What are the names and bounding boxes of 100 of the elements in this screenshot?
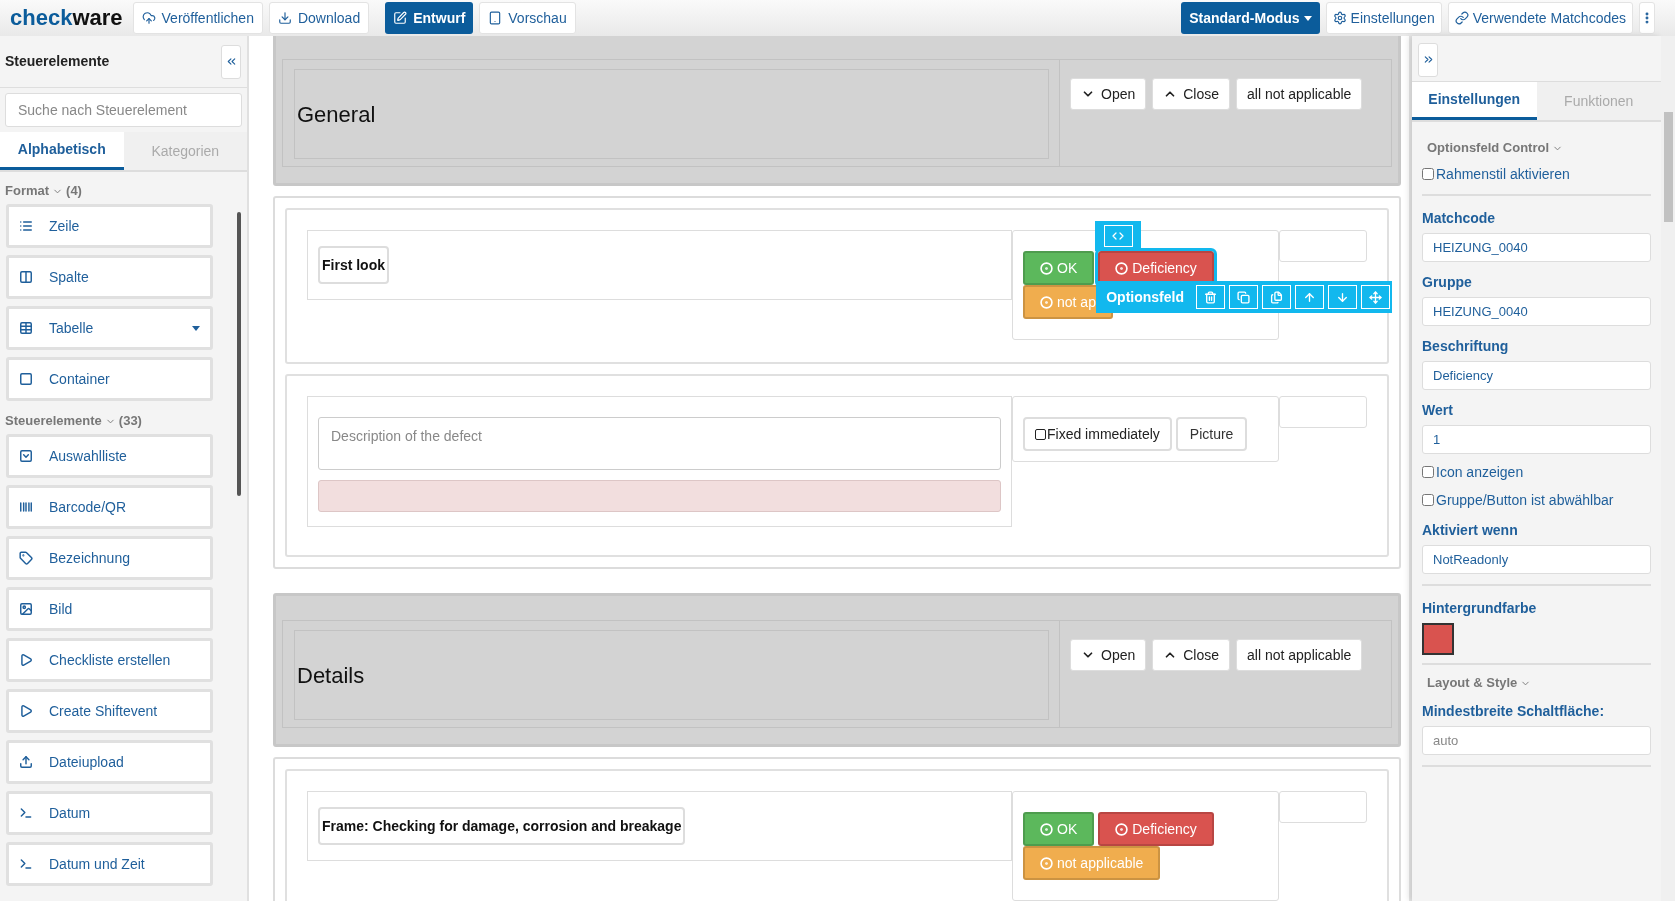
input-field[interactable]: HEIZUNG_0040 (1422, 297, 1651, 326)
scrollbar-thumb[interactable] (1664, 112, 1673, 222)
code-button[interactable] (1103, 225, 1133, 247)
collapse-button[interactable] (221, 44, 241, 79)
more-button[interactable] (1639, 2, 1655, 34)
edit-icon (393, 11, 408, 25)
input-field[interactable]: 1 (1422, 425, 1651, 454)
control-item[interactable]: Tabelle (6, 306, 213, 350)
control-item[interactable]: Create Shiftevent (6, 689, 213, 733)
field-label: Hintergrundfarbe (1422, 599, 1538, 618)
panel-title: Steuerelemente (5, 52, 110, 71)
copy-icon (1237, 290, 1250, 304)
toolbar-icon-button[interactable] (1295, 285, 1324, 309)
control-item[interactable]: Datum (6, 791, 213, 835)
toolbar-icon-button[interactable] (1196, 285, 1225, 309)
input-field[interactable]: NotReadonly (1422, 545, 1651, 574)
input-field[interactable]: Deficiency (1422, 361, 1651, 390)
dropdown-icon (19, 449, 33, 463)
arrow-down-icon (1336, 290, 1349, 304)
link-icon (1454, 11, 1469, 25)
field-label: Beschriftung (1422, 337, 1510, 356)
description-field[interactable]: Description of the defect (318, 417, 1001, 470)
control-item[interactable]: Zeile (6, 204, 213, 248)
section-title: Details (294, 630, 1049, 720)
option-button[interactable]: Deficiency (1098, 812, 1214, 846)
group-title[interactable]: Steuerelemente (5, 411, 102, 431)
radio-icon (1040, 295, 1053, 309)
control-item[interactable]: Spalte (6, 255, 213, 299)
checkbox-label[interactable]: Rahmenstil aktivieren (1436, 163, 1570, 185)
toolbar-button[interactable]: Verwendete Matchcodes (1447, 2, 1633, 34)
section-button[interactable]: all not applicable (1236, 639, 1363, 671)
toolbar-button[interactable]: Download (268, 2, 370, 34)
logo: checkware (9, 7, 124, 29)
group-count: (4) (66, 182, 82, 201)
checkbox-label[interactable]: Icon anzeigen (1436, 461, 1524, 483)
question-label: Frame: Checking for damage, corrosion and breakage (318, 807, 686, 845)
input-field[interactable] (318, 480, 1001, 512)
input-field[interactable]: auto (1422, 726, 1651, 755)
toolbar-button[interactable]: Entwurf (385, 2, 474, 34)
tab[interactable]: Alphabetisch (0, 132, 124, 170)
group-count: (33) (118, 412, 142, 431)
checkbox-label[interactable]: Gruppe/Button ist abwählbar (1436, 489, 1614, 511)
input-field[interactable]: HEIZUNG_0040 (1422, 233, 1651, 262)
control-item[interactable]: Barcode/QR (6, 485, 213, 529)
scrollbar-thumb[interactable] (237, 212, 241, 496)
expand-button[interactable] (1418, 42, 1438, 77)
section-button[interactable]: Close (1152, 78, 1231, 110)
section-toggle[interactable]: Layout & Style (1427, 673, 1518, 693)
radio-icon (1115, 822, 1129, 836)
tab[interactable]: Einstellungen (1412, 82, 1537, 120)
group-title[interactable]: Format (5, 181, 50, 201)
color-swatch[interactable] (1422, 623, 1454, 655)
field-label: Gruppe (1422, 273, 1473, 292)
arrow-up-icon (1303, 290, 1316, 304)
section-button[interactable]: Open (1070, 78, 1147, 110)
control-item[interactable]: Checkliste erstellen (6, 638, 213, 682)
caret-icon (1303, 15, 1312, 21)
control-item[interactable]: Auswahlliste (6, 434, 213, 478)
mode-dropdown[interactable]: Standard-Modus (1181, 2, 1320, 34)
checkbox[interactable] (1422, 466, 1434, 478)
barcode-icon (19, 500, 33, 514)
toolbar-icon-button[interactable] (1361, 285, 1390, 309)
settings-icon (1332, 11, 1347, 25)
toolbar-button[interactable]: Einstellungen (1325, 2, 1442, 34)
section-button[interactable]: Close (1152, 639, 1231, 671)
control-item[interactable]: Bild (6, 587, 213, 631)
search-field[interactable]: Suche nach Steuerelement (5, 93, 242, 127)
toolbar-button[interactable]: Veröffentlichen (132, 2, 263, 34)
download-icon (277, 11, 292, 25)
section-button[interactable]: Open (1070, 639, 1147, 671)
section-toggle[interactable]: Optionsfeld Control (1427, 138, 1550, 158)
list-icon (19, 219, 33, 233)
section-button[interactable]: all not applicable (1236, 78, 1363, 110)
field-label: Wert (1422, 401, 1454, 420)
caret-icon (192, 325, 200, 331)
toolbar-icon-button[interactable] (1328, 285, 1357, 309)
control-item[interactable]: Bezeichnung (6, 536, 213, 580)
square-icon (19, 372, 33, 386)
play-icon (19, 653, 33, 667)
terminal-icon (19, 806, 33, 820)
control-item[interactable]: Datum und Zeit (6, 842, 213, 886)
control-item[interactable]: Dateiupload (6, 740, 213, 784)
image-icon (19, 602, 33, 616)
question-label: First look (318, 246, 389, 284)
picture-button[interactable]: Picture (1175, 417, 1248, 451)
field-label: Aktiviert wenn (1422, 521, 1519, 540)
field-label: Mindestbreite Schaltfläche: (1422, 702, 1606, 721)
toolbar-icon-button[interactable] (1262, 285, 1291, 309)
table-icon (19, 321, 33, 335)
radio-icon (1115, 261, 1129, 275)
checkbox[interactable] (1422, 494, 1434, 506)
toolbar-button[interactable]: Vorschau (479, 2, 576, 34)
trash-icon (1204, 290, 1217, 304)
move-icon (1369, 290, 1382, 304)
checkbox[interactable] (1035, 428, 1046, 440)
checkbox[interactable] (1422, 168, 1434, 180)
radio-icon (1040, 822, 1053, 836)
toolbar-icon-button[interactable] (1229, 285, 1258, 309)
control-item[interactable]: Container (6, 357, 213, 401)
checkbox-button[interactable]: Fixed immediately (1023, 417, 1172, 451)
